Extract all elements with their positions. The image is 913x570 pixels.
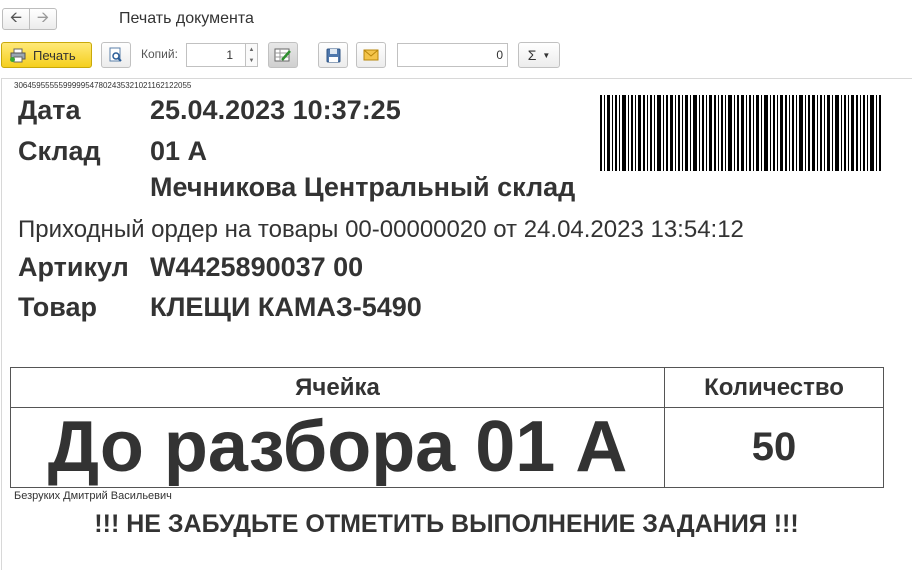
barcode	[600, 95, 881, 171]
quantity-value: 50	[664, 407, 884, 488]
print-button[interactable]: Печать	[1, 42, 92, 68]
article-value: W4425890037 00	[150, 252, 364, 282]
print-button-label: Печать	[33, 47, 76, 63]
arrow-right-icon: 🡪	[36, 8, 50, 26]
arrow-left-icon: 🡨	[9, 8, 23, 26]
forward-button[interactable]: 🡪	[29, 8, 57, 30]
column-header-quantity: Количество	[664, 367, 884, 408]
floppy-disk-icon	[326, 48, 340, 62]
page-preview-icon	[109, 47, 122, 62]
warehouse-name: Мечникова Центральный склад	[150, 172, 576, 202]
executor-name: Безруких Дмитрий Васильевич	[14, 490, 172, 502]
storage-cell-value: До разбора 01 А	[10, 407, 665, 488]
table-row: До разбора 01 А 50	[10, 407, 884, 488]
warehouse-value: 01 А	[150, 136, 208, 166]
copies-label: Копий:	[141, 47, 178, 61]
document-code: 3064595555599999547802435321021162122055	[14, 81, 192, 90]
preview-button[interactable]	[101, 42, 131, 68]
printer-icon	[10, 48, 26, 62]
edit-table-icon	[274, 48, 291, 62]
chevron-down-icon: ▼	[542, 50, 551, 60]
date-label: Дата	[18, 95, 81, 125]
copies-stepper[interactable]: ▲ ▼	[246, 43, 258, 67]
date-value: 25.04.2023 10:37:25	[150, 95, 401, 125]
send-email-button[interactable]	[356, 42, 386, 68]
storage-cell-table: Ячейка Количество До разбора 01 А 50	[10, 367, 884, 488]
save-button[interactable]	[318, 42, 348, 68]
envelope-icon	[363, 49, 379, 61]
article-label: Артикул	[18, 252, 129, 282]
warehouse-label: Склад	[18, 136, 101, 166]
sum-dropdown-button[interactable]: Σ ▼	[518, 42, 560, 68]
chevron-down-icon[interactable]: ▼	[249, 58, 255, 64]
reminder-text: !!! НЕ ЗАБУДЬТЕ ОТМЕТИТЬ ВЫПОЛНЕНИЕ ЗАДА…	[94, 510, 799, 538]
column-header-cell: Ячейка	[10, 367, 665, 408]
back-button[interactable]: 🡨	[2, 8, 30, 30]
copies-input[interactable]: 1	[186, 43, 246, 67]
order-reference: Приходный ордер на товары 00-00000020 от…	[18, 216, 744, 243]
table-header-row: Ячейка Количество	[10, 367, 884, 408]
edit-mode-toggle[interactable]	[268, 42, 298, 68]
sigma-icon: Σ	[527, 47, 537, 63]
window-title: Печать документа	[119, 10, 254, 27]
product-value: КЛЕЩИ КАМАЗ-5490	[150, 292, 422, 322]
sum-value-field[interactable]: 0	[397, 43, 508, 67]
product-label: Товар	[18, 292, 98, 322]
chevron-up-icon[interactable]: ▲	[249, 47, 255, 53]
